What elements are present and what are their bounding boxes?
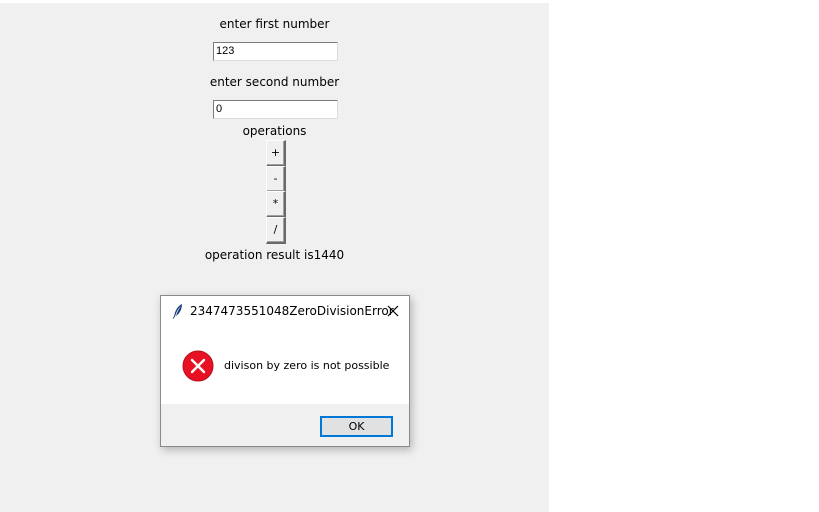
result-label: operation result is1440 (204, 248, 345, 262)
error-icon (182, 350, 214, 382)
dialog-body: divison by zero is not possible (161, 326, 409, 404)
subtract-button[interactable]: - (266, 166, 286, 193)
second-number-label: enter second number (209, 75, 340, 89)
second-number-input[interactable] (213, 100, 338, 119)
close-icon[interactable] (383, 301, 403, 321)
first-number-label: enter first number (219, 17, 330, 31)
ok-button[interactable]: OK (320, 416, 393, 437)
dialog-title: 2347473551048ZeroDivisionError (190, 304, 394, 318)
error-dialog: 2347473551048ZeroDivisionError divison b… (160, 295, 410, 447)
dialog-message: divison by zero is not possible (224, 359, 390, 372)
operations-label: operations (242, 124, 307, 138)
first-number-input[interactable] (213, 42, 338, 61)
dialog-titlebar[interactable]: 2347473551048ZeroDivisionError (161, 296, 409, 326)
feather-icon (171, 303, 185, 319)
add-button[interactable]: + (266, 140, 286, 167)
multiply-button[interactable]: * (266, 191, 286, 218)
divide-button[interactable]: / (266, 217, 286, 244)
